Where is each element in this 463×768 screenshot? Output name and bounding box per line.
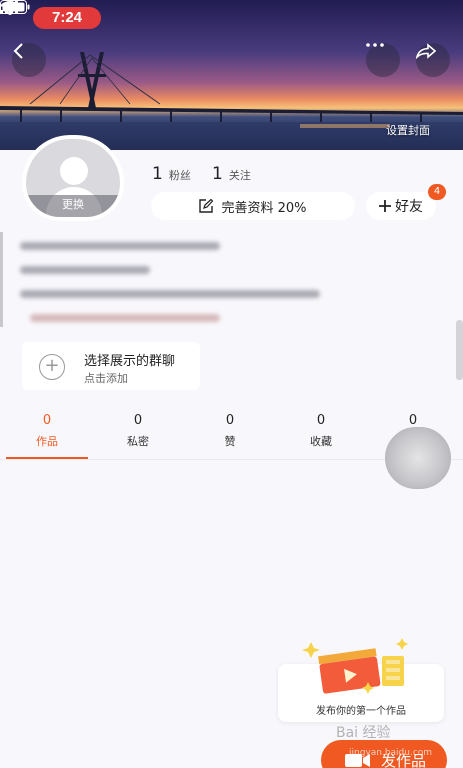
more-dots-icon (366, 43, 384, 47)
tab-count: 0 (225, 413, 235, 428)
back-button[interactable] (12, 43, 46, 77)
tab-private[interactable]: 0 私密 (98, 412, 178, 449)
avatar-head-icon (60, 157, 88, 185)
status-time: 7:24 (33, 7, 101, 29)
group-card-title: 选择展示的群聊 (84, 354, 176, 369)
tab-favorites[interactable]: 0 收藏 (281, 412, 361, 449)
watermark-logo: Bai 经验 (336, 725, 391, 741)
following-count: 1 (212, 164, 223, 184)
share-button[interactable] (416, 43, 450, 77)
back-arrow-icon (13, 43, 23, 59)
status-bar: 7:24 (0, 0, 463, 36)
watermark-url: jingyan.baidu.com (349, 748, 433, 758)
tab-label: 作品 (36, 435, 58, 448)
tab-count: 0 (316, 413, 326, 428)
tab-count: 0 (42, 413, 52, 428)
edit-profile-label: 完善资料 20% (221, 200, 307, 216)
battery-icon (0, 0, 30, 14)
left-edge-bar (0, 232, 3, 327)
floating-assistive-ball[interactable] (385, 427, 451, 489)
plus-icon (379, 200, 391, 212)
clapperboard-icon (302, 638, 408, 694)
promo-text: 发布你的第一个作品 (316, 706, 406, 717)
tab-works[interactable]: 0 作品 (7, 412, 87, 449)
tab-count: 0 (133, 413, 143, 428)
avatar[interactable]: 更换 (22, 135, 124, 221)
fans-stat[interactable]: 1 粉丝 (152, 164, 191, 184)
tab-label: 私密 (127, 435, 149, 448)
cover-image[interactable]: 7:24 设置封面 (0, 0, 463, 150)
add-friend-button[interactable]: 好友 (366, 192, 436, 220)
edit-profile-button[interactable]: 完善资料 20% (151, 192, 355, 220)
blurred-bio (20, 236, 440, 328)
avatar-change-button[interactable]: 更换 (26, 195, 120, 217)
scrollbar[interactable] (456, 320, 463, 380)
more-button[interactable] (366, 43, 400, 77)
friend-badge: 4 (428, 184, 446, 200)
add-friend-label: 好友 (395, 199, 423, 215)
set-cover-button[interactable]: 设置封面 (386, 122, 430, 138)
group-card-subtitle: 点击添加 (84, 372, 128, 385)
add-group-icon: + (39, 354, 65, 380)
following-stat[interactable]: 1 关注 (212, 164, 251, 184)
tab-label: 赞 (224, 435, 236, 448)
share-icon (416, 43, 436, 59)
following-label: 关注 (228, 169, 251, 182)
group-chat-card[interactable]: + 选择展示的群聊 点击添加 (22, 342, 200, 390)
fans-label: 粉丝 (168, 169, 191, 182)
fans-count: 1 (152, 164, 163, 184)
tab-label: 收藏 (310, 435, 332, 448)
tab-likes[interactable]: 0 赞 (190, 412, 270, 449)
edit-icon (199, 199, 214, 213)
